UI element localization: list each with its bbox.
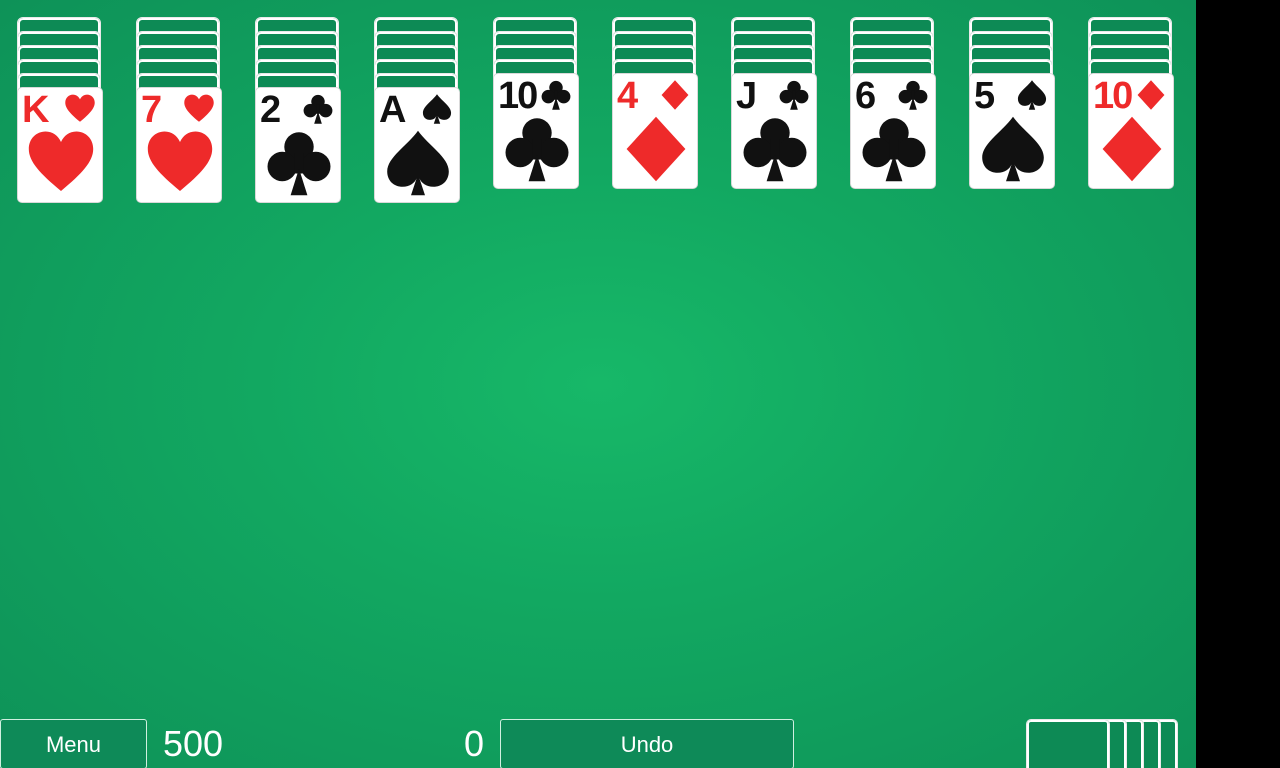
- tableau-column[interactable]: 2: [255, 17, 341, 207]
- card-rank: 6: [855, 75, 876, 117]
- club-icon: [541, 80, 571, 110]
- club-icon: [505, 118, 569, 182]
- tableau-column[interactable]: 7: [136, 17, 222, 207]
- tableau-column[interactable]: A: [374, 17, 460, 207]
- club-icon: [862, 118, 926, 182]
- diamond-icon: [626, 116, 686, 182]
- undo-button[interactable]: Undo: [500, 719, 794, 768]
- stock-card: [1026, 719, 1110, 768]
- diamond-icon: [1102, 116, 1162, 182]
- heart-icon: [28, 131, 94, 191]
- game-table: Menu 500 0 Undo K 7 2 A 10 4 J 6 5 10: [0, 0, 1196, 768]
- faceup-card[interactable]: 5: [969, 73, 1055, 189]
- card-rank: K: [22, 89, 49, 131]
- tableau-column[interactable]: 10: [1088, 17, 1174, 207]
- card-rank: A: [379, 89, 406, 131]
- club-icon: [779, 80, 809, 110]
- faceup-card[interactable]: 10: [493, 73, 579, 189]
- heart-icon: [65, 94, 95, 122]
- spade-icon: [387, 130, 449, 196]
- tableau-column[interactable]: 4: [612, 17, 698, 207]
- card-rank: 2: [260, 89, 281, 131]
- card-rank: 7: [141, 89, 162, 131]
- menu-button[interactable]: Menu: [0, 719, 147, 768]
- stock-pile[interactable]: [1026, 719, 1186, 768]
- tableau-column[interactable]: J: [731, 17, 817, 207]
- moves-counter: 0: [463, 723, 484, 764]
- heart-icon: [184, 94, 214, 122]
- faceup-card[interactable]: K: [17, 87, 103, 203]
- diamond-icon: [1137, 80, 1165, 110]
- card-rank: J: [736, 75, 757, 117]
- heart-icon: [147, 131, 213, 191]
- faceup-card[interactable]: 4: [612, 73, 698, 189]
- tableau-column[interactable]: 10: [493, 17, 579, 207]
- tableau-column[interactable]: 6: [850, 17, 936, 207]
- club-icon: [303, 94, 333, 124]
- faceup-card[interactable]: 10: [1088, 73, 1174, 189]
- faceup-card[interactable]: A: [374, 87, 460, 203]
- card-rank: 4: [617, 75, 638, 117]
- android-navigation-bar: [1196, 0, 1280, 768]
- spade-icon: [422, 94, 452, 124]
- screen: Menu 500 0 Undo K 7 2 A 10 4 J 6 5 10: [0, 0, 1280, 768]
- score-display: 500: [163, 723, 224, 764]
- spade-icon: [1017, 80, 1047, 110]
- faceup-card[interactable]: J: [731, 73, 817, 189]
- faceup-card[interactable]: 7: [136, 87, 222, 203]
- tableau-column[interactable]: 5: [969, 17, 1055, 207]
- faceup-card[interactable]: 2: [255, 87, 341, 203]
- card-rank: 10: [498, 75, 538, 117]
- club-icon: [898, 80, 928, 110]
- club-icon: [743, 118, 807, 182]
- card-rank: 10: [1093, 75, 1133, 117]
- tableau-column[interactable]: K: [17, 17, 103, 207]
- diamond-icon: [661, 80, 689, 110]
- faceup-card[interactable]: 6: [850, 73, 936, 189]
- card-rank: 5: [974, 75, 995, 117]
- spade-icon: [982, 116, 1044, 182]
- club-icon: [267, 132, 331, 196]
